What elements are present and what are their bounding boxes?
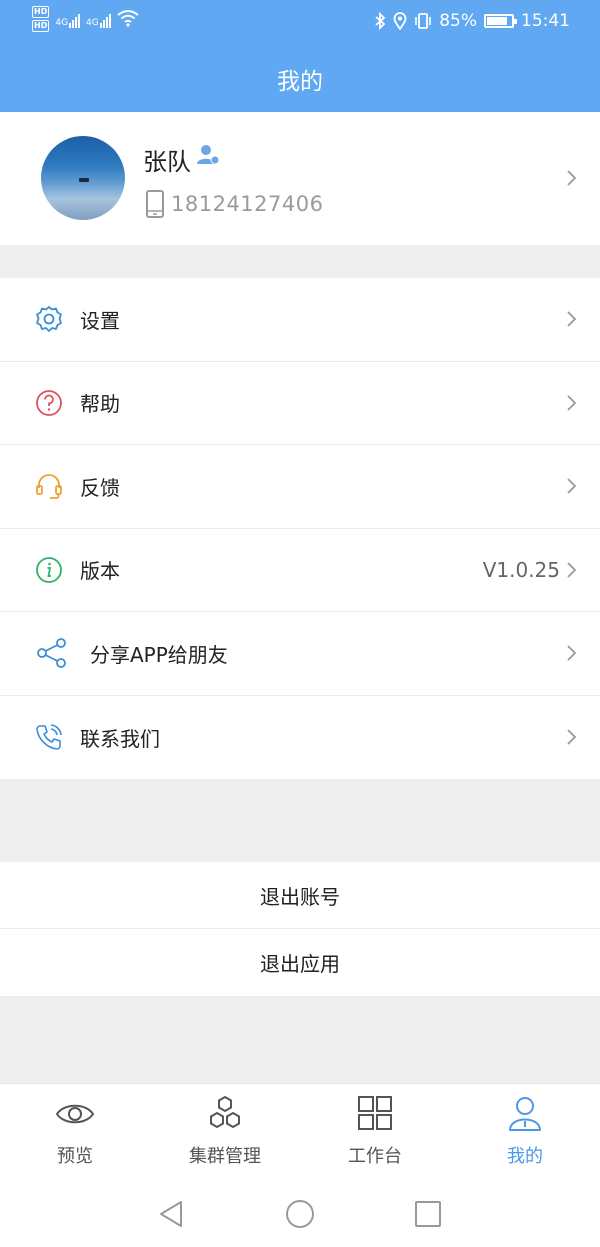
question-icon	[36, 389, 62, 416]
battery-percent: 85%	[439, 11, 477, 31]
menu-item-contact[interactable]: 联系我们	[0, 696, 600, 780]
clock: 15:41	[521, 11, 570, 31]
grid-icon	[358, 1096, 392, 1130]
profile-name: 张队	[143, 148, 191, 176]
eye-icon	[55, 1104, 95, 1124]
version-value: V1.0.25	[482, 557, 560, 582]
tab-label: 预览	[57, 1146, 93, 1167]
profile-phone: 18124127406	[171, 192, 324, 216]
status-right: 85% 15:41	[374, 11, 570, 31]
user-badge-icon	[197, 145, 220, 165]
hexagons-icon	[210, 1095, 240, 1129]
profile-card[interactable]: 张队 18124127406	[0, 112, 600, 245]
share-icon	[37, 638, 66, 669]
menu-item-feedback[interactable]: 反馈	[0, 445, 600, 529]
mobile-icon	[146, 190, 164, 218]
status-left: HD HD 4G 4G	[32, 6, 139, 32]
user-icon	[509, 1097, 541, 1131]
chevron-right-icon	[567, 645, 577, 661]
account-actions: 退出账号 退出应用	[0, 862, 600, 996]
avatar	[41, 136, 125, 220]
headset-icon	[36, 474, 62, 500]
menu-item-label: 帮助	[80, 392, 120, 417]
tab-workbench[interactable]: 工作台	[300, 1084, 450, 1181]
settings-menu: 设置 帮助 反馈 版本 V1.0.25 分享APP给朋友 联系我们	[0, 278, 600, 779]
tab-label: 工作台	[348, 1146, 402, 1167]
page-title: 我的	[277, 69, 323, 95]
tab-label: 我的	[507, 1146, 543, 1167]
menu-item-label: 联系我们	[80, 726, 160, 751]
signal-icon: 4G	[86, 6, 111, 28]
bluetooth-icon	[375, 12, 386, 30]
phone-call-icon	[36, 724, 62, 751]
system-nav-bar	[0, 1181, 600, 1247]
chevron-right-icon	[567, 562, 577, 578]
gear-icon	[36, 306, 62, 333]
info-icon	[36, 556, 62, 583]
tab-label: 集群管理	[189, 1146, 261, 1167]
vibrate-icon	[415, 13, 432, 29]
chevron-right-icon	[567, 729, 577, 745]
menu-item-label: 版本	[80, 559, 120, 584]
chevron-right-icon	[567, 395, 577, 411]
title-bar: 我的	[0, 46, 600, 112]
recent-apps-icon[interactable]	[413, 1199, 443, 1229]
menu-item-label: 设置	[80, 308, 120, 333]
exit-app-button[interactable]: 退出应用	[0, 929, 600, 996]
chevron-right-icon	[567, 311, 577, 327]
chevron-right-icon	[567, 170, 577, 186]
signal-icon: 4G	[55, 6, 81, 28]
tab-preview[interactable]: 预览	[0, 1084, 150, 1181]
network-type: 4G	[55, 18, 69, 28]
hd-badge: HD	[32, 6, 50, 18]
tab-mine[interactable]: 我的	[450, 1084, 600, 1181]
tab-cluster-management[interactable]: 集群管理	[150, 1084, 300, 1181]
wifi-icon	[117, 10, 139, 27]
bottom-tab-bar: 预览 集群管理 工作台 我的	[0, 1083, 600, 1181]
menu-item-label: 反馈	[80, 475, 120, 500]
menu-item-settings[interactable]: 设置	[0, 278, 600, 362]
profile-phone-row: 18124127406	[145, 190, 323, 218]
logout-account-button[interactable]: 退出账号	[0, 862, 600, 929]
network-type: 4G	[86, 18, 99, 28]
status-bar: HD HD 4G 4G 85% 15:41	[0, 0, 600, 46]
chevron-right-icon	[567, 478, 577, 494]
battery-icon	[484, 14, 517, 28]
back-icon[interactable]	[157, 1199, 187, 1229]
menu-item-version[interactable]: 版本 V1.0.25	[0, 529, 600, 612]
home-icon[interactable]	[285, 1199, 315, 1229]
location-icon	[393, 12, 407, 30]
menu-item-label: 分享APP给朋友	[90, 642, 228, 667]
menu-item-share[interactable]: 分享APP给朋友	[0, 612, 600, 696]
menu-item-help[interactable]: 帮助	[0, 362, 600, 445]
hd-badge: HD	[32, 20, 50, 32]
